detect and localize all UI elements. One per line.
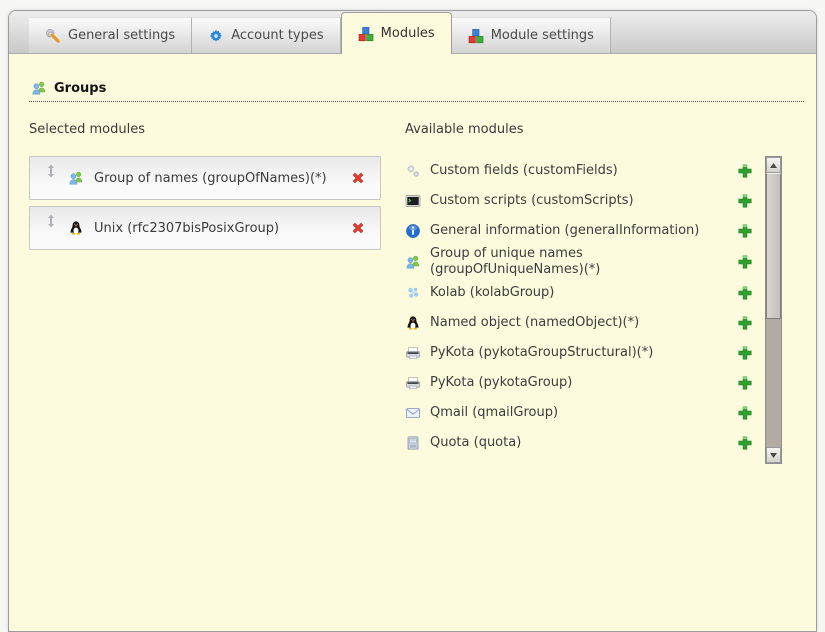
- module-label: PyKota (pykotaGroupStructural)(*): [430, 345, 653, 361]
- module-label: Kolab (kolabGroup): [430, 285, 554, 301]
- gears-icon: [405, 163, 421, 179]
- scroll-up-button[interactable]: [766, 157, 781, 173]
- scroll-track[interactable]: [766, 319, 781, 447]
- available-module-general-information-generalinformation: General information (generalInformation): [405, 216, 721, 246]
- scroll-thumb[interactable]: [766, 173, 781, 319]
- tab-general-settings[interactable]: General settings: [29, 17, 192, 53]
- module-label: Group of names (groupOfNames)(*): [94, 171, 327, 186]
- module-label: General information (generalInformation): [430, 223, 699, 239]
- module-label: Qmail (qmailGroup): [430, 405, 558, 421]
- modules-content: Groups Selected modules Group of names (…: [9, 54, 816, 458]
- available-modules-list: Custom fields (customFields) Custom scri…: [405, 156, 791, 458]
- group-icon: [405, 254, 421, 270]
- drag-handle[interactable]: [46, 214, 56, 228]
- remove-module-button[interactable]: [350, 170, 366, 186]
- tab-modules[interactable]: Modules: [341, 12, 452, 54]
- add-module-button[interactable]: [737, 435, 753, 451]
- remove-module-button[interactable]: [350, 220, 366, 236]
- add-module-button[interactable]: [737, 315, 753, 331]
- wrench-icon: [45, 28, 61, 44]
- tab-account-types[interactable]: Account types: [192, 17, 340, 53]
- add-module-button[interactable]: [737, 254, 753, 270]
- terminal-icon: [405, 193, 421, 209]
- add-module-button[interactable]: [737, 193, 753, 209]
- module-label: Unix (rfc2307bisPosixGroup): [94, 221, 279, 236]
- selected-module-unix-rfc2307bisposixgroup: Unix (rfc2307bisPosixGroup): [29, 206, 381, 250]
- add-module-button[interactable]: [737, 345, 753, 361]
- section-header: Groups: [29, 80, 804, 102]
- modules-icon: [468, 28, 484, 44]
- available-module-custom-fields-customfields: Custom fields (customFields): [405, 156, 721, 186]
- module-label: Group of unique names (groupOfUniqueName…: [430, 246, 721, 278]
- available-module-kolab-kolabgroup: Kolab (kolabGroup): [405, 278, 721, 308]
- tab-label: Module settings: [491, 28, 594, 43]
- disk-icon: [405, 435, 421, 451]
- module-label: PyKota (pykotaGroup): [430, 375, 572, 391]
- add-module-button[interactable]: [737, 405, 753, 421]
- scrollbar[interactable]: [765, 156, 782, 464]
- info-icon: [405, 223, 421, 239]
- config-panel: General settings Account types Modules M…: [8, 10, 817, 632]
- selected-modules-list: Group of names (groupOfNames)(*) Unix (r…: [29, 156, 381, 250]
- tab-label: Modules: [381, 26, 435, 41]
- tux-icon: [68, 220, 84, 236]
- available-module-quota-quota: Quota (quota): [405, 428, 721, 458]
- selected-modules-label: Selected modules: [29, 122, 381, 139]
- scroll-down-button[interactable]: [766, 447, 781, 463]
- module-label: Custom fields (customFields): [430, 163, 618, 179]
- section-title: Groups: [54, 81, 106, 96]
- selected-module-group-of-names-groupofnames: Group of names (groupOfNames)(*): [29, 156, 381, 200]
- module-label: Named object (namedObject)(*): [430, 315, 639, 331]
- kolab-icon: [405, 285, 421, 301]
- gear-icon: [208, 28, 224, 44]
- available-module-pykota-pykotagroup: PyKota (pykotaGroup): [405, 368, 721, 398]
- available-module-qmail-qmailgroup: Qmail (qmailGroup): [405, 398, 721, 428]
- tab-bar: General settings Account types Modules M…: [9, 11, 816, 54]
- mail-icon: [405, 405, 421, 421]
- add-module-button[interactable]: [737, 375, 753, 391]
- add-module-button[interactable]: [737, 285, 753, 301]
- tab-label: Account types: [231, 28, 323, 43]
- tab-label: General settings: [68, 28, 175, 43]
- module-label: Quota (quota): [430, 435, 521, 451]
- printer-icon: [405, 375, 421, 391]
- tux-icon: [405, 315, 421, 331]
- add-module-button[interactable]: [737, 223, 753, 239]
- available-modules-label: Available modules: [405, 122, 791, 139]
- available-module-custom-scripts-customscripts: Custom scripts (customScripts): [405, 186, 721, 216]
- available-module-pykota-pykotagroupstructural: PyKota (pykotaGroupStructural)(*): [405, 338, 721, 368]
- printer-icon: [405, 345, 421, 361]
- drag-handle[interactable]: [46, 164, 56, 178]
- available-module-group-of-unique-names-groupofuniquenames: Group of unique names (groupOfUniqueName…: [405, 246, 721, 278]
- modules-icon: [358, 26, 374, 42]
- tab-module-settings[interactable]: Module settings: [452, 17, 611, 53]
- add-module-button[interactable]: [737, 163, 753, 179]
- available-module-named-object-namedobject: Named object (namedObject)(*): [405, 308, 721, 338]
- group-icon: [31, 80, 47, 96]
- module-label: Custom scripts (customScripts): [430, 193, 634, 209]
- group-icon: [68, 170, 84, 186]
